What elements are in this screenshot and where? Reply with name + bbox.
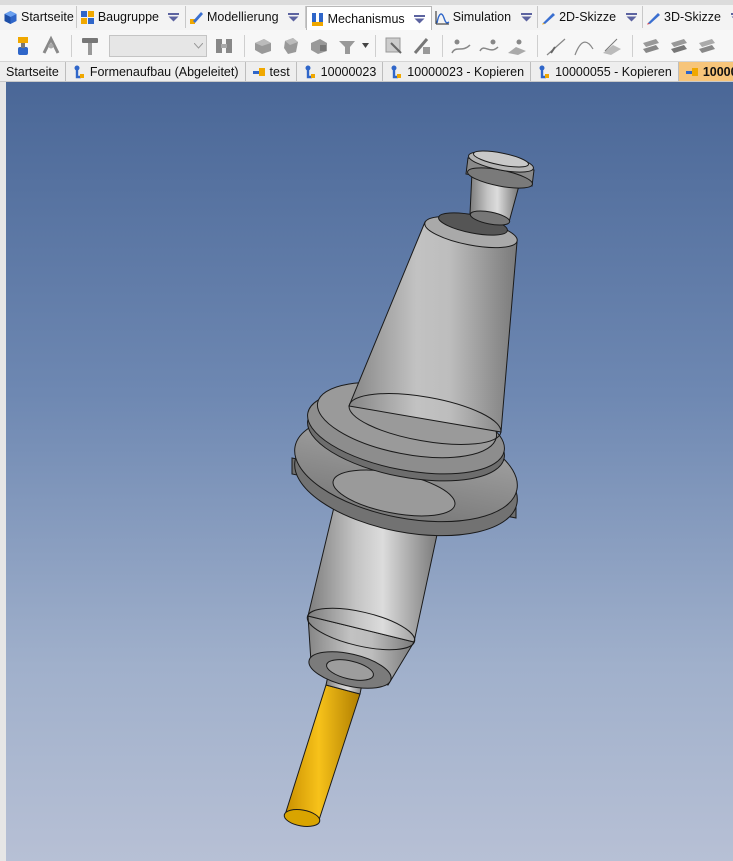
assembly-icon <box>80 10 94 24</box>
part-doc-icon <box>685 67 698 76</box>
toolbar-separator <box>537 34 538 57</box>
export-motion-icon[interactable] <box>638 33 664 59</box>
ribbon-tab-mechanismus[interactable]: Mechanismus <box>305 6 432 31</box>
assembly-doc-icon <box>74 65 84 78</box>
chevron-down-icon[interactable] <box>622 10 640 24</box>
trace-curve-icon[interactable] <box>571 33 597 59</box>
ribbon-tab-modellierung[interactable]: Modellierung <box>186 6 306 28</box>
pull-stud <box>465 150 535 226</box>
hammer-constraint-icon[interactable] <box>77 33 103 59</box>
measure-motion-icon[interactable] <box>409 33 435 59</box>
mechanism-icon <box>311 12 323 26</box>
export-frames-icon[interactable] <box>666 33 692 59</box>
ribbon-tab-startseite[interactable]: Startseite <box>0 6 77 28</box>
home-cube-icon <box>4 10 17 24</box>
doc-tab-10000055-kopieren[interactable]: 10000055 - Kopieren <box>531 62 679 81</box>
ribbon-tab-label: Startseite <box>21 10 74 24</box>
mechanism-toolbar <box>0 30 733 62</box>
assembly-doc-icon <box>305 65 315 78</box>
doc-tab-10000055[interactable]: 10000055 <box>678 62 733 81</box>
ribbon-tab-baugruppe[interactable]: Baugruppe <box>77 6 186 28</box>
ribbon-tab-label: Baugruppe <box>97 10 159 24</box>
doc-tab-10000023[interactable]: 10000023 <box>297 62 384 81</box>
doc-tab-label: 10000055 - Kopieren <box>555 64 672 79</box>
document-tab-bar: Startseite Formenaufbau (Abgeleitet) tes… <box>0 62 733 82</box>
gear-link-icon[interactable] <box>211 33 237 59</box>
doc-tab-label: 10000023 - Kopieren <box>407 64 525 79</box>
path-point-icon[interactable] <box>448 33 474 59</box>
toolbar-separator <box>71 34 72 57</box>
ribbon-tab-label: 2D-Skizze <box>559 10 617 24</box>
constraint-combo[interactable] <box>109 34 207 57</box>
toolbar-separator <box>442 34 443 57</box>
drive-joint-icon[interactable] <box>38 33 64 59</box>
ribbon-tab-label: Simulation <box>452 10 512 24</box>
ribbon-tab-label: Modellierung <box>206 10 279 24</box>
doc-tab-startseite[interactable]: Startseite <box>0 62 66 81</box>
tool-bit[interactable] <box>283 684 361 829</box>
toolbar-separator <box>632 34 633 57</box>
ribbon-tab-label: 3D-Skizze <box>664 10 721 24</box>
body-flex-icon[interactable] <box>278 33 304 59</box>
doc-tab-formenaufbau[interactable]: Formenaufbau (Abgeleitet) <box>66 62 246 81</box>
toolbar-separator <box>244 34 245 57</box>
body-group-icon[interactable] <box>306 33 332 59</box>
tool-holder-model[interactable] <box>6 82 733 861</box>
ribbon-tab-simulation[interactable]: Simulation <box>432 6 539 28</box>
doc-tab-label: 10000023 <box>320 64 377 79</box>
chevron-down-icon[interactable] <box>285 10 303 24</box>
toolbar-separator <box>375 34 376 57</box>
chevron-down-icon[interactable] <box>517 10 535 24</box>
part-doc-icon <box>252 67 265 76</box>
trace-line-icon[interactable] <box>543 33 569 59</box>
chevron-down-icon[interactable] <box>165 10 183 24</box>
doc-tab-10000023-kopieren[interactable]: 10000023 - Kopieren <box>383 62 532 81</box>
modeling-pen-icon <box>189 11 203 24</box>
chevron-down-icon <box>194 42 203 49</box>
trace-surface-icon[interactable] <box>599 33 625 59</box>
export-video-icon[interactable] <box>694 33 720 59</box>
doc-tab-label: 10000055 <box>702 64 733 79</box>
chevron-down-icon[interactable] <box>727 10 733 24</box>
doc-tab-label: Startseite <box>6 64 59 79</box>
sketch-2d-icon <box>542 12 556 24</box>
spring-icon[interactable] <box>334 33 360 59</box>
doc-tab-label: Formenaufbau (Abgeleitet) <box>89 64 239 79</box>
simulation-icon <box>435 10 450 24</box>
ribbon-tab-3d-skizze[interactable]: 3D-Skizze <box>643 6 733 28</box>
assembly-doc-icon <box>391 65 402 78</box>
ribbon-tab-2d-skizze[interactable]: 2D-Skizze <box>538 6 644 28</box>
ribbon-tab-label: Mechanismus <box>327 12 405 26</box>
3d-viewport[interactable] <box>6 82 733 861</box>
path-curve-icon[interactable] <box>476 33 502 59</box>
assembly-doc-icon <box>539 65 550 78</box>
ribbon-tab-bar: Startseite Baugruppe Modellierung Mechan… <box>0 0 733 31</box>
insert-joint-icon[interactable] <box>10 33 36 59</box>
doc-tab-test[interactable]: test <box>246 62 297 81</box>
chevron-down-icon[interactable] <box>362 43 370 48</box>
path-surface-icon[interactable] <box>504 33 530 59</box>
motion-sensor-icon[interactable] <box>381 33 407 59</box>
sketch-3d-icon <box>647 12 661 24</box>
chevron-down-icon[interactable] <box>411 12 429 26</box>
doc-tab-label: test <box>269 64 290 79</box>
body-rigid-icon[interactable] <box>250 33 276 59</box>
